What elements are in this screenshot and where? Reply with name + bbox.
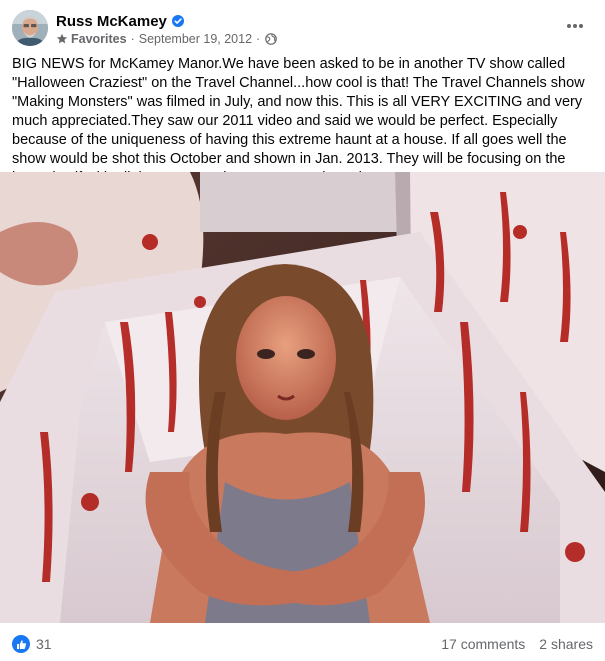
author-avatar[interactable] — [12, 10, 48, 46]
engagement-stats: 17 comments 2 shares — [441, 636, 593, 652]
shares-count[interactable]: 2 shares — [539, 636, 593, 652]
more-options-icon[interactable] — [563, 16, 587, 36]
avatar-image — [12, 10, 48, 46]
globe-icon[interactable] — [265, 33, 278, 45]
post-footer: 31 17 comments 2 shares — [12, 632, 593, 656]
audience-label[interactable]: Favorites — [71, 32, 127, 46]
star-icon — [56, 33, 68, 44]
post-photo[interactable] — [0, 172, 605, 623]
comments-count[interactable]: 17 comments — [441, 636, 525, 652]
meta-separator: · — [130, 32, 135, 46]
reactions-summary[interactable]: 31 — [12, 635, 52, 653]
reaction-count[interactable]: 31 — [36, 636, 52, 652]
post-meta: Favorites · September 19, 2012 · — [56, 32, 278, 46]
post-date[interactable]: September 19, 2012 — [139, 32, 252, 46]
photo-image — [0, 172, 605, 623]
author-name-row: Russ McKamey — [56, 12, 184, 30]
post-text: BIG NEWS for McKamey Manor.We have been … — [12, 56, 585, 186]
facebook-post: Russ McKamey Favorites · September 19, 2… — [0, 0, 605, 661]
meta-separator: · — [256, 32, 261, 46]
author-name[interactable]: Russ McKamey — [56, 13, 167, 30]
like-reaction-icon — [12, 635, 30, 653]
post-header: Russ McKamey Favorites · September 19, 2… — [12, 10, 593, 50]
verified-badge-icon — [171, 15, 184, 27]
